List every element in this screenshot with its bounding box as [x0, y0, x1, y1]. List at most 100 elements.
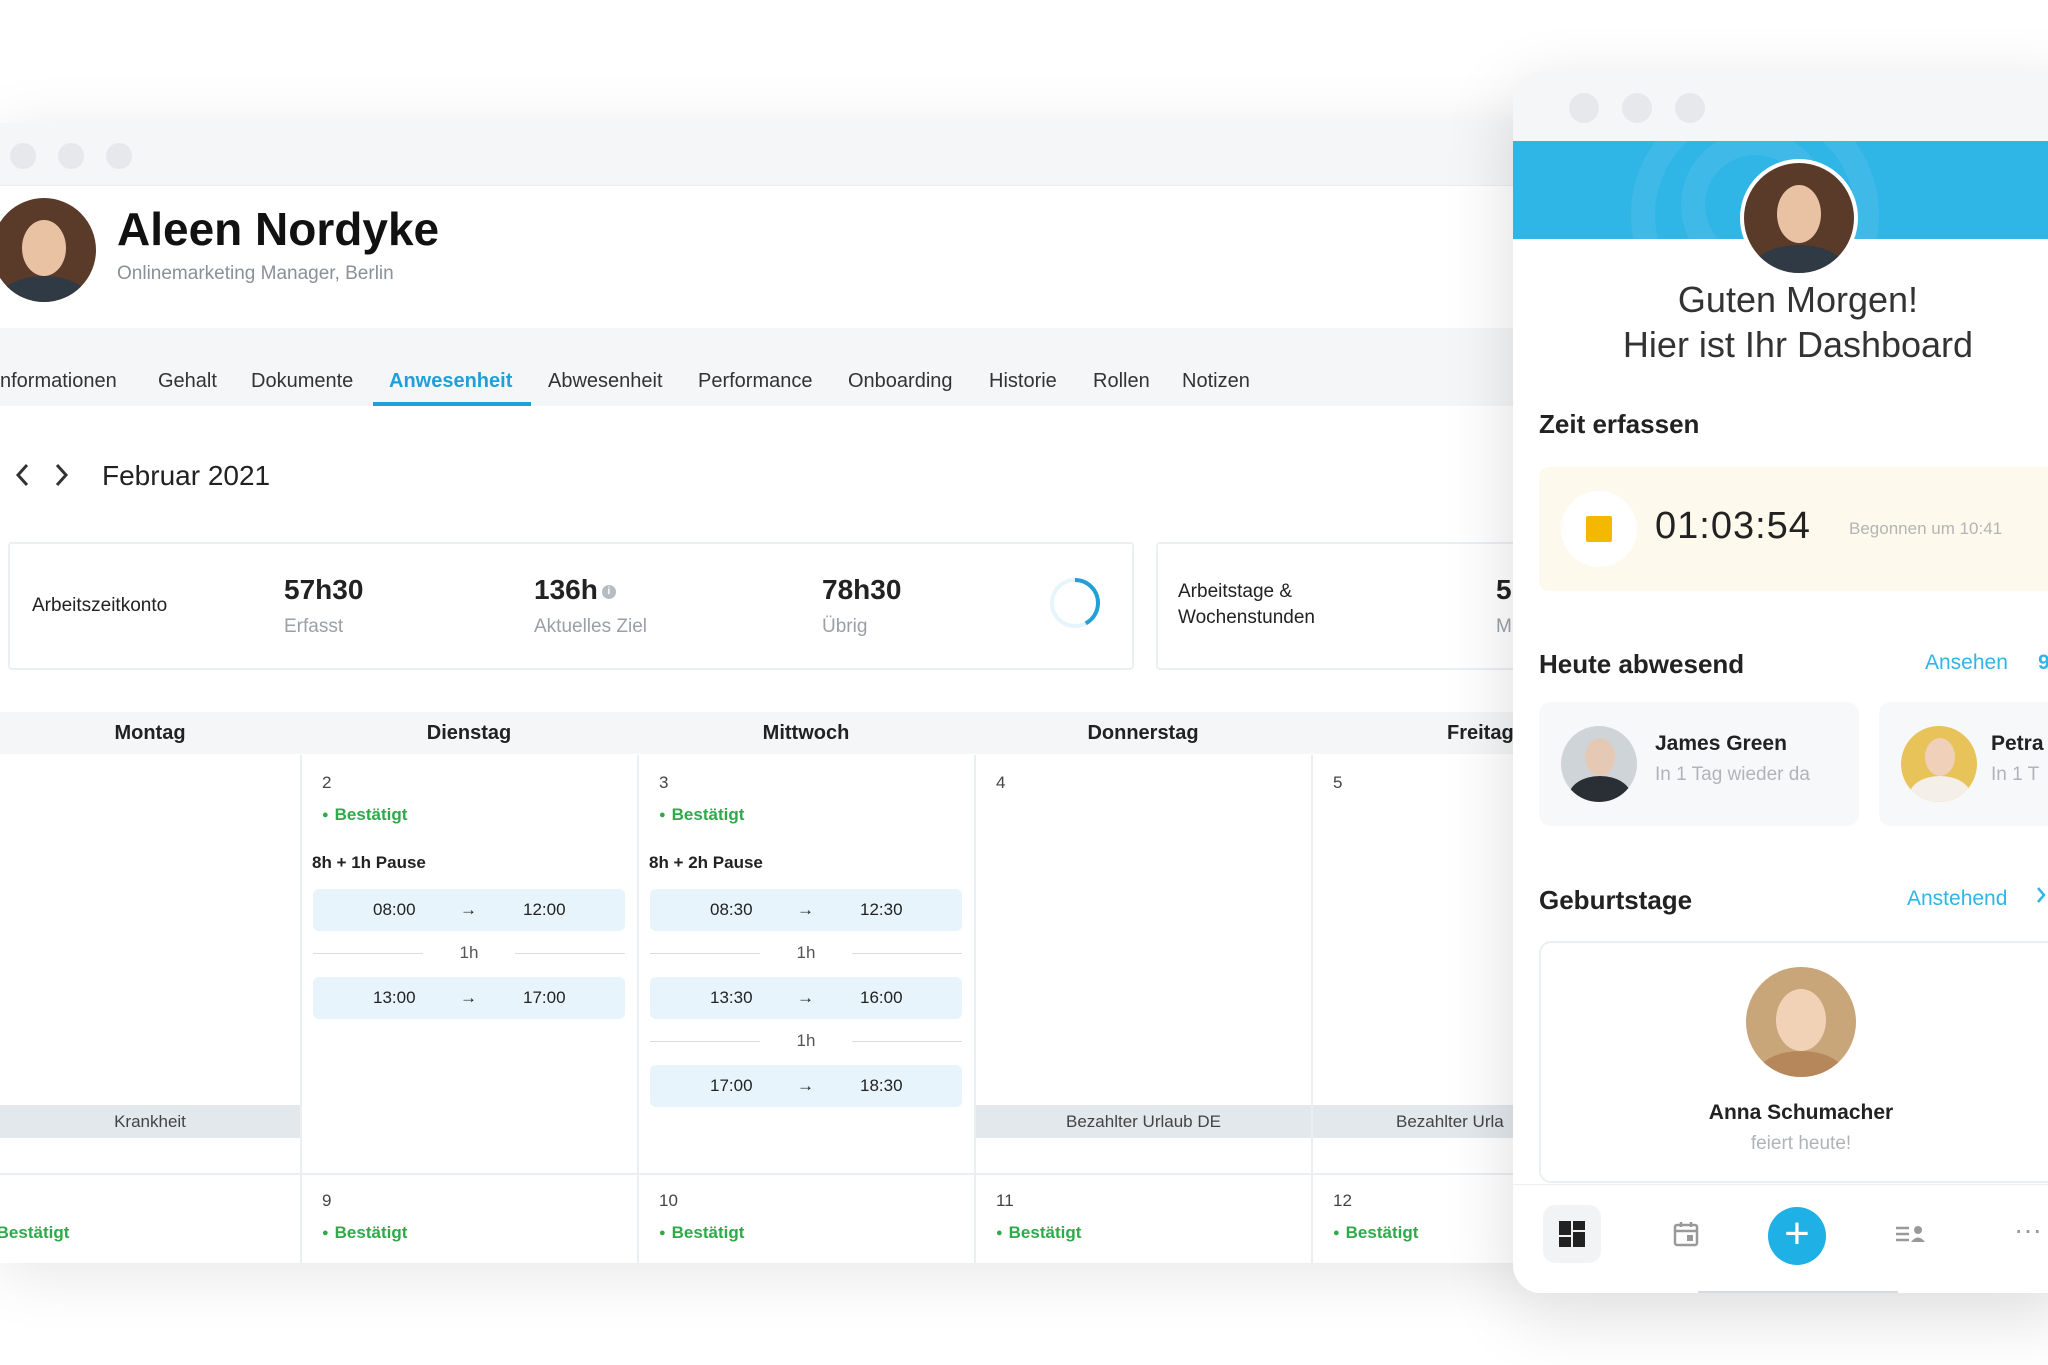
avatar [1901, 726, 1977, 802]
week-divider [0, 1173, 1540, 1175]
user-avatar[interactable] [1740, 159, 1858, 277]
view-absent-link[interactable]: Ansehen [1925, 651, 2008, 675]
absent-person-card[interactable]: James Green In 1 Tag wieder da [1539, 702, 1859, 826]
time-slot[interactable]: 13:30 → 16:00 [650, 977, 962, 1019]
slot-from: 08:00 [373, 900, 416, 919]
day-tuesday: Dienstag [426, 722, 512, 744]
tab-informationen[interactable]: nformationen [0, 370, 117, 393]
slot-from: 08:30 [710, 900, 753, 919]
arrow-icon: → [797, 988, 814, 1007]
day-number: 11 [996, 1191, 1014, 1210]
chevron-right-icon[interactable] [2035, 885, 2047, 911]
team-icon [1896, 1226, 1925, 1242]
avatar-face [1585, 738, 1615, 776]
mobile-dashboard: Guten Morgen! Hier ist Ihr Dashboard Zei… [1513, 71, 2048, 1293]
tab-rollen[interactable]: Rollen [1093, 370, 1150, 393]
day-number: 10 [659, 1191, 678, 1210]
tab-anwesenheit[interactable]: Anwesenheit [389, 370, 512, 393]
status-badge: Bestätigt [322, 805, 408, 825]
grid-divider [300, 755, 302, 1263]
stop-icon [1586, 516, 1612, 542]
recorded-label: Erfasst [284, 616, 344, 637]
time-slot[interactable]: 08:30 → 12:30 [650, 889, 962, 931]
tab-onboarding[interactable]: Onboarding [848, 370, 953, 393]
absence-bar-vacation[interactable]: Bezahlter Urla [1313, 1105, 1540, 1138]
person-name: James Green [1655, 732, 1787, 755]
avatar-shoulders [1752, 245, 1846, 273]
progress-ring-icon [1050, 578, 1100, 628]
workdays-label-2: Wochenstunden [1178, 607, 1315, 628]
window-close-dot[interactable] [1569, 93, 1599, 123]
greeting-line-1: Guten Morgen! [1677, 279, 1919, 320]
info-icon[interactable]: i [601, 584, 616, 599]
day-number: 9 [322, 1191, 332, 1210]
birthday-card[interactable]: Anna Schumacher feiert heute! [1539, 941, 2048, 1183]
arrow-icon: → [797, 1076, 814, 1095]
more-icon[interactable]: ··· [1999, 1205, 2048, 1263]
upcoming-link[interactable]: Anstehend [1907, 887, 2007, 911]
status-badge: Bestätigt [0, 1223, 69, 1243]
dashboard-icon [1559, 1221, 1585, 1247]
mobile-titlebar [1513, 71, 2048, 141]
time-tracking-title: Zeit erfassen [1539, 409, 1700, 439]
home-indicator [1698, 1291, 1898, 1293]
tab-historie[interactable]: Historie [989, 370, 1057, 393]
day-number: 2 [322, 773, 332, 792]
gap-duration: 1h [796, 943, 816, 962]
avatar-shoulders [1909, 776, 1971, 802]
day-monday: Montag [114, 722, 186, 744]
absence-bar-sick[interactable]: Krankheit [0, 1105, 300, 1138]
absent-count-badge: 9 [2038, 651, 2048, 674]
recorded-value: 57h30 [284, 574, 364, 605]
window-minimize-dot[interactable] [58, 143, 84, 169]
window-maximize-dot[interactable] [106, 143, 132, 169]
status-badge: Bestätigt [659, 805, 745, 825]
tab-gehalt[interactable]: Gehalt [158, 370, 217, 393]
window-minimize-dot[interactable] [1622, 93, 1652, 123]
slot-to: 16:00 [860, 988, 903, 1007]
grid-divider [974, 755, 976, 1263]
day-wednesday: Mittwoch [762, 722, 850, 744]
window-maximize-dot[interactable] [1675, 93, 1705, 123]
add-button[interactable]: + [1768, 1207, 1826, 1265]
nav-dashboard[interactable] [1543, 1205, 1601, 1263]
timer-started-at: Begonnen um 10:41 [1849, 519, 2003, 538]
tab-notizen[interactable]: Notizen [1182, 370, 1250, 393]
day-number: 3 [659, 773, 669, 792]
time-slot[interactable]: 17:00 → 18:30 [650, 1065, 962, 1107]
arrow-icon: → [797, 900, 814, 919]
absent-person-card[interactable]: Petra In 1 T [1879, 702, 2048, 826]
person-return: In 1 T [1991, 764, 2040, 785]
status-badge: Bestätigt [322, 1223, 408, 1243]
stop-timer-button[interactable] [1561, 491, 1637, 567]
profile-name: Aleen Nordyke [117, 203, 440, 255]
slot-to: 18:30 [860, 1076, 903, 1095]
chevron-left-icon[interactable] [14, 462, 32, 495]
day-thursday: Donnerstag [1087, 722, 1199, 744]
window-close-dot[interactable] [10, 143, 36, 169]
tab-performance[interactable]: Performance [698, 370, 813, 393]
avatar-face [1776, 989, 1826, 1051]
pause-summary: 8h + 2h Pause [649, 853, 763, 872]
day-number: 4 [996, 773, 1006, 792]
timer-value: 01:03:54 [1655, 505, 1811, 547]
pause-summary: 8h + 1h Pause [312, 853, 426, 872]
slot-from: 13:00 [373, 988, 416, 1007]
chevron-right-icon[interactable] [52, 462, 70, 495]
nav-team[interactable] [1881, 1205, 1939, 1263]
calendar-grid: 2 Bestätigt 8h + 1h Pause 08:00 → 12:00 … [0, 755, 1540, 1263]
tab-abwesenheit[interactable]: Abwesenheit [548, 370, 663, 393]
target-value: 136h i [534, 574, 616, 606]
avatar [1746, 967, 1856, 1077]
birthday-person-name: Anna Schumacher [1708, 1101, 1894, 1124]
status-badge: Bestätigt [996, 1223, 1082, 1243]
absence-bar-vacation[interactable]: Bezahlter Urlaub DE [976, 1105, 1311, 1138]
nav-calendar[interactable] [1656, 1205, 1714, 1263]
tab-dokumente[interactable]: Dokumente [251, 370, 353, 393]
worktime-account-label: Arbeitszeitkonto [32, 595, 168, 616]
slot-from: 13:30 [710, 988, 753, 1007]
status-badge: Bestätigt [1333, 1223, 1419, 1243]
time-slot[interactable]: 13:00 → 17:00 [313, 977, 625, 1019]
time-slot[interactable]: 08:00 → 12:00 [313, 889, 625, 931]
slot-to: 17:00 [523, 988, 566, 1007]
